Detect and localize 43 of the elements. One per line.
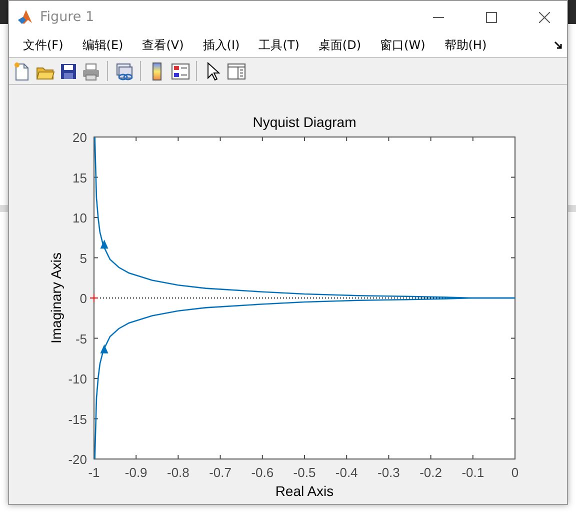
tick-label: -0.8 — [167, 465, 190, 480]
tick-label: 5 — [80, 250, 87, 266]
axis-title: Imaginary Axis — [48, 252, 64, 344]
menu-item[interactable]: 桌面(D) — [311, 34, 368, 56]
menu-item[interactable]: 工具(T) — [252, 34, 306, 56]
tick-label: 15 — [72, 170, 87, 186]
menu-item[interactable]: 文件(F) — [16, 34, 70, 56]
save-icon — [58, 62, 78, 80]
tick-label: -0.3 — [378, 465, 400, 480]
menu-item[interactable]: 帮助(H) — [437, 34, 494, 56]
maximize-icon — [486, 12, 496, 22]
window-title: Figure 1 — [40, 9, 94, 25]
tick-label: -5 — [75, 331, 87, 346]
new-file-icon — [12, 62, 32, 80]
dock-arrow-icon[interactable] — [554, 40, 563, 50]
tick-label: 20 — [72, 130, 87, 145]
tick-label: -1 — [88, 465, 100, 480]
link-icon — [114, 62, 134, 80]
printer-icon — [82, 62, 100, 80]
tick-label: -0.4 — [335, 465, 358, 480]
tick-label: -0.2 — [420, 465, 442, 480]
close-icon — [538, 12, 550, 22]
tick-label: -0.1 — [462, 465, 484, 480]
menu-item[interactable]: 编辑(E) — [75, 34, 130, 56]
tick-label: -0.5 — [293, 465, 316, 480]
tick-label: -10 — [68, 372, 87, 386]
tick-label: 10 — [72, 210, 87, 226]
menu-item[interactable]: 插入(I) — [196, 34, 247, 56]
tick-label: -0.6 — [251, 465, 274, 480]
app-logo-icon — [17, 9, 33, 25]
axis-title: Real Axis — [275, 483, 334, 499]
chart-title: Nyquist Diagram — [252, 114, 356, 130]
tick-label: 0 — [511, 465, 519, 480]
tick-label: -15 — [68, 412, 87, 427]
property-panel-icon — [226, 62, 246, 80]
legend-icon — [170, 62, 190, 80]
tick-label: 0 — [80, 291, 87, 306]
critical-point-marker — [90, 294, 98, 302]
menu-item[interactable]: 窗口(W) — [373, 34, 432, 56]
tick-label: -0.9 — [124, 465, 148, 480]
tick-label: -20 — [68, 452, 87, 467]
menu-item[interactable]: 查看(V) — [135, 34, 191, 56]
tick-label: -0.7 — [209, 465, 232, 480]
